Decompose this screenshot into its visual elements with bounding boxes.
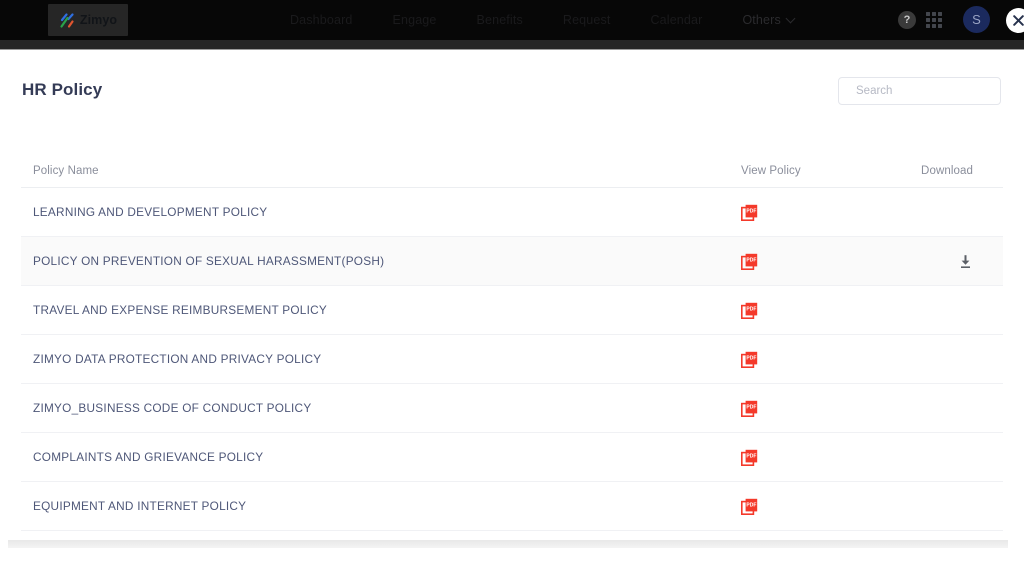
pdf-icon[interactable]: PDF bbox=[741, 302, 758, 319]
download-icon[interactable] bbox=[958, 254, 973, 269]
nav-item-benefits[interactable]: Benefits bbox=[457, 13, 543, 27]
pdf-icon[interactable]: PDF bbox=[741, 449, 758, 466]
column-header-download: Download bbox=[921, 165, 973, 177]
policy-name: ZIMYO DATA PROTECTION AND PRIVACY POLICY bbox=[33, 352, 322, 366]
nav-item-label: Request bbox=[562, 13, 611, 27]
search-input[interactable] bbox=[856, 85, 1010, 97]
nav-item-request[interactable]: Request bbox=[543, 13, 631, 27]
table-header-row: Policy Name View Policy Download bbox=[21, 155, 1003, 188]
top-navigation-bar: Zimyo Dashboard Engage Benefits Request … bbox=[0, 0, 1024, 40]
policy-table: Policy Name View Policy Download LEARNIN… bbox=[21, 155, 1003, 531]
svg-text:PDF: PDF bbox=[746, 257, 756, 263]
table-row[interactable]: LEARNING AND DEVELOPMENT POLICY PDF bbox=[21, 188, 1003, 237]
view-policy-cell: PDF bbox=[741, 351, 877, 368]
zimyo-logo-icon bbox=[59, 12, 76, 29]
pdf-icon[interactable]: PDF bbox=[741, 351, 758, 368]
svg-text:PDF: PDF bbox=[746, 404, 756, 410]
view-policy-cell: PDF bbox=[741, 253, 877, 270]
view-policy-cell: PDF bbox=[741, 498, 877, 515]
primary-nav: Dashboard Engage Benefits Request Calend… bbox=[270, 0, 814, 40]
policy-name: ZIMYO_BUSINESS CODE OF CONDUCT POLICY bbox=[33, 401, 312, 415]
nav-item-others[interactable]: Others bbox=[722, 13, 813, 27]
download-cell bbox=[877, 254, 987, 269]
pdf-icon[interactable]: PDF bbox=[741, 400, 758, 417]
page-title: HR Policy bbox=[22, 80, 103, 99]
view-policy-cell: PDF bbox=[741, 449, 877, 466]
avatar[interactable]: S bbox=[963, 6, 990, 33]
svg-text:PDF: PDF bbox=[746, 502, 756, 508]
pdf-icon[interactable]: PDF bbox=[741, 253, 758, 270]
zimyo-logo-text: Zimyo bbox=[79, 13, 118, 27]
view-policy-cell: PDF bbox=[741, 204, 877, 221]
nav-item-label: Others bbox=[742, 13, 781, 27]
column-header-policy-name: Policy Name bbox=[33, 165, 99, 177]
table-row[interactable]: TRAVEL AND EXPENSE REIMBURSEMENT POLICY … bbox=[21, 286, 1003, 335]
table-row[interactable]: EQUIPMENT AND INTERNET POLICY PDF bbox=[21, 482, 1003, 531]
chevron-down-icon bbox=[785, 13, 796, 23]
nav-item-dashboard[interactable]: Dashboard bbox=[270, 13, 373, 27]
search-box[interactable] bbox=[838, 77, 1010, 105]
pdf-icon[interactable]: PDF bbox=[741, 204, 758, 221]
nav-item-engage[interactable]: Engage bbox=[373, 13, 457, 27]
pdf-icon[interactable]: PDF bbox=[741, 498, 758, 515]
svg-text:PDF: PDF bbox=[746, 208, 756, 214]
nav-item-label: Dashboard bbox=[290, 13, 353, 27]
table-row[interactable]: ZIMYO_BUSINESS CODE OF CONDUCT POLICY PD… bbox=[21, 384, 1003, 433]
policy-name: COMPLAINTS AND GRIEVANCE POLICY bbox=[33, 450, 264, 464]
policy-name: POLICY ON PREVENTION OF SEXUAL HARASSMEN… bbox=[33, 254, 385, 268]
svg-text:PDF: PDF bbox=[746, 453, 756, 459]
column-header-view-policy: View Policy bbox=[741, 165, 801, 177]
view-policy-cell: PDF bbox=[741, 400, 877, 417]
nav-item-label: Calendar bbox=[650, 13, 703, 27]
hr-policy-page: HR Policy Policy Name View Policy Downlo… bbox=[0, 50, 1024, 548]
close-icon bbox=[1013, 15, 1024, 26]
svg-text:PDF: PDF bbox=[746, 355, 756, 361]
policy-name: EQUIPMENT AND INTERNET POLICY bbox=[33, 499, 247, 513]
apps-grid-icon[interactable] bbox=[926, 12, 942, 28]
close-button[interactable] bbox=[1006, 8, 1024, 33]
view-policy-cell: PDF bbox=[741, 302, 877, 319]
zimyo-logo[interactable]: Zimyo bbox=[48, 4, 128, 36]
page-bottom-strip bbox=[0, 548, 1024, 563]
table-row[interactable]: POLICY ON PREVENTION OF SEXUAL HARASSMEN… bbox=[21, 237, 1003, 286]
policy-name: TRAVEL AND EXPENSE REIMBURSEMENT POLICY bbox=[33, 303, 328, 317]
table-row[interactable]: COMPLAINTS AND GRIEVANCE POLICY PDF bbox=[21, 433, 1003, 482]
table-row[interactable]: ZIMYO DATA PROTECTION AND PRIVACY POLICY… bbox=[21, 335, 1003, 384]
nav-item-label: Benefits bbox=[476, 13, 523, 27]
policy-name: LEARNING AND DEVELOPMENT POLICY bbox=[33, 205, 268, 219]
help-icon[interactable]: ? bbox=[898, 11, 916, 29]
nav-item-label: Engage bbox=[392, 13, 437, 27]
svg-text:PDF: PDF bbox=[746, 306, 756, 312]
nav-item-calendar[interactable]: Calendar bbox=[631, 13, 723, 27]
